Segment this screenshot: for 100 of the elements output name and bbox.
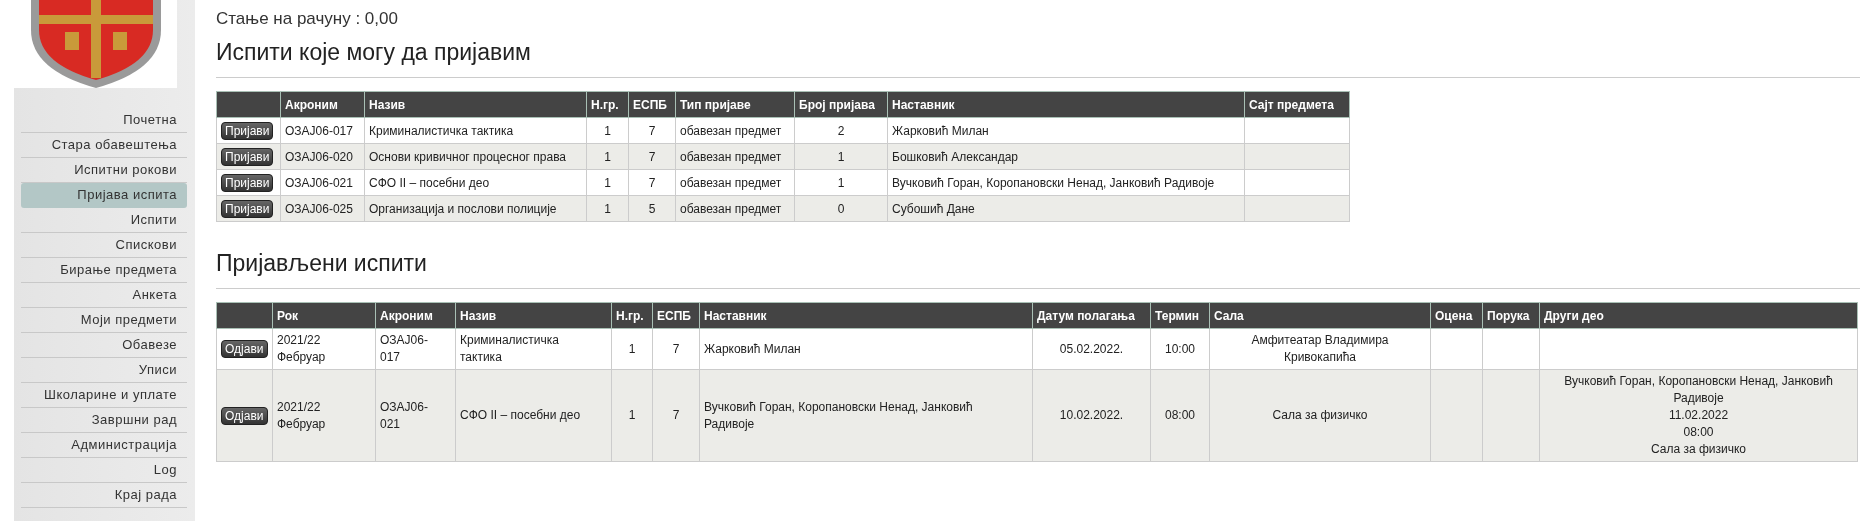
column-header: Тип пријаве xyxy=(675,91,795,118)
table-cell: Субошић Дане xyxy=(887,195,1245,222)
table-cell-line: Жарковић Милан xyxy=(704,340,802,358)
column-header: Наставник xyxy=(887,91,1245,118)
table-cell: 2 xyxy=(794,117,888,144)
column-header: Рок xyxy=(272,302,376,329)
sidebar-item[interactable]: Бирање предмета xyxy=(21,258,187,283)
table-cell: 1 xyxy=(794,143,888,170)
unregister-button[interactable]: Одјави xyxy=(221,406,268,425)
column-header: Акроним xyxy=(280,91,365,118)
table-header xyxy=(216,302,273,329)
table-cell-line: 08:00 xyxy=(1164,407,1196,424)
table-cell: 7 xyxy=(628,117,676,144)
column-header: Сајт предмета xyxy=(1244,91,1350,118)
table-cell: Организација и послови полиције xyxy=(364,195,587,222)
section-title: Пријављени испити xyxy=(216,250,428,277)
column-header: Термин xyxy=(1150,302,1210,329)
table-cell-line: Радивоје xyxy=(1672,390,1725,407)
sidebar-item[interactable]: Спискови xyxy=(21,233,187,258)
table-cell: ОЗАЈ06-021 xyxy=(280,169,365,196)
sidebar-item[interactable]: Испити xyxy=(21,208,187,233)
table-cell-line: 017 xyxy=(380,349,402,366)
sidebar-item[interactable]: Крај рада xyxy=(21,483,187,508)
unregister-button[interactable]: Одјави xyxy=(221,340,268,358)
table-cell: Криминалистичка тактика xyxy=(364,117,587,144)
table-cell-line: 1 xyxy=(627,407,637,424)
table-cell-line: СФО II – посебни део xyxy=(460,407,582,424)
column-header: ЕСПБ xyxy=(652,302,700,329)
table-cell-line: 2021/22 xyxy=(277,332,322,349)
table-cell-line: 08:00 xyxy=(1682,424,1715,441)
table-cell: 5 xyxy=(628,195,676,222)
table-cell: 0 xyxy=(794,195,888,222)
table-cell-line: 10:00 xyxy=(1164,340,1196,358)
table-cell: 1 xyxy=(586,143,629,170)
table-cell: ОЗАЈ06-025 xyxy=(280,195,365,222)
sidebar-item[interactable]: Администрација xyxy=(21,433,187,458)
column-header: ЕСПБ xyxy=(628,91,676,118)
table-cell: 1 xyxy=(586,169,629,196)
column-header: Назив xyxy=(455,302,612,329)
sidebar-item[interactable]: Анкета xyxy=(21,283,187,308)
table-cell-line: 2021/22 xyxy=(277,398,322,416)
table-cell: СФО II – посебни део xyxy=(364,169,587,196)
table-cell-line: Вучковић Горан, Коропановски Ненад, Јанковић xyxy=(704,398,974,416)
table-cell-line: Сала за физичко xyxy=(1271,407,1369,424)
table-cell: 1 xyxy=(586,195,629,222)
table-cell-line: 11.02.2022 xyxy=(1667,407,1730,424)
table-cell: обавезан предмет xyxy=(675,143,795,170)
column-header: Порука xyxy=(1482,302,1540,329)
register-button[interactable]: Пријави xyxy=(221,199,274,218)
table-cell-line: тактика xyxy=(460,349,503,366)
table-cell-line: 10.02.2022. xyxy=(1058,407,1125,424)
table-cell: ОЗАЈ06-020 xyxy=(280,143,365,170)
sidebar-item[interactable]: Пријава испита xyxy=(21,183,187,208)
table-header xyxy=(216,91,281,118)
table-cell-line: Сала за физичко xyxy=(1649,441,1748,458)
table-cell-line: ОЗАЈ06- xyxy=(380,398,429,416)
table-cell-line: Фебруар xyxy=(277,349,327,366)
register-button[interactable]: Пријави xyxy=(221,173,274,192)
table-cell-line: 7 xyxy=(671,407,681,424)
column-header: Наставник xyxy=(699,302,1033,329)
sidebar-item[interactable]: Уписи xyxy=(21,358,187,383)
table-cell-line: Радивоје xyxy=(704,415,756,433)
column-header: Н.гр. xyxy=(586,91,629,118)
table-cell-line: 1 xyxy=(627,340,637,358)
table-cell: обавезан предмет xyxy=(675,169,795,196)
table-cell: Вучковић Горан, Коропановски Ненад, Јанковић Радивоје xyxy=(887,169,1245,196)
table-cell-line: 021 xyxy=(380,415,402,433)
table-cell-line: 05.02.2022. xyxy=(1058,340,1125,358)
table-cell: 1 xyxy=(794,169,888,196)
column-header: Оцена xyxy=(1430,302,1483,329)
column-header: Други део xyxy=(1539,302,1858,329)
register-button[interactable]: Пријави xyxy=(221,147,274,166)
table-cell-line: 7 xyxy=(671,340,681,358)
table-cell: Бошковић Александар xyxy=(887,143,1245,170)
table-cell-line: Кривокапића xyxy=(1283,349,1357,366)
column-header: Н.гр. xyxy=(611,302,653,329)
table-cell: Основи кривичног процесног права xyxy=(364,143,587,170)
register-button[interactable]: Пријави xyxy=(221,121,274,140)
column-header: Број пријава xyxy=(794,91,888,118)
table-cell: обавезан предмет xyxy=(675,195,795,222)
column-header: Назив xyxy=(364,91,587,118)
column-header: Сала xyxy=(1209,302,1431,329)
sidebar-item[interactable]: Завршни рад xyxy=(21,408,187,433)
column-header: Датум полагања xyxy=(1032,302,1151,329)
table-cell-line: Фебруар xyxy=(277,415,327,433)
sidebar-item[interactable]: Почетна xyxy=(21,108,187,133)
column-header: Акроним xyxy=(375,302,456,329)
table-cell-line: Вучковић Горан, Коропановски Ненад, Јанковић xyxy=(1563,373,1834,390)
table-cell-line: Криминалистичка xyxy=(460,332,560,349)
sidebar-item[interactable]: Стара обавештења xyxy=(21,133,187,158)
table-cell: 1 xyxy=(586,117,629,144)
table-cell: ОЗАЈ06-017 xyxy=(280,117,365,144)
sidebar-item[interactable]: Обавезе xyxy=(21,333,187,358)
account-balance: Стање на рачуну : 0,00 xyxy=(216,9,399,29)
sidebar-item[interactable]: Моји предмети xyxy=(21,308,187,333)
table-cell-line: ОЗАЈ06- xyxy=(380,332,429,349)
sidebar-item[interactable]: Log xyxy=(21,458,187,483)
sidebar-item[interactable]: Школарине и уплате xyxy=(21,383,187,408)
table-cell: 7 xyxy=(628,143,676,170)
section-title: Испити које могу да пријавим xyxy=(216,39,532,66)
